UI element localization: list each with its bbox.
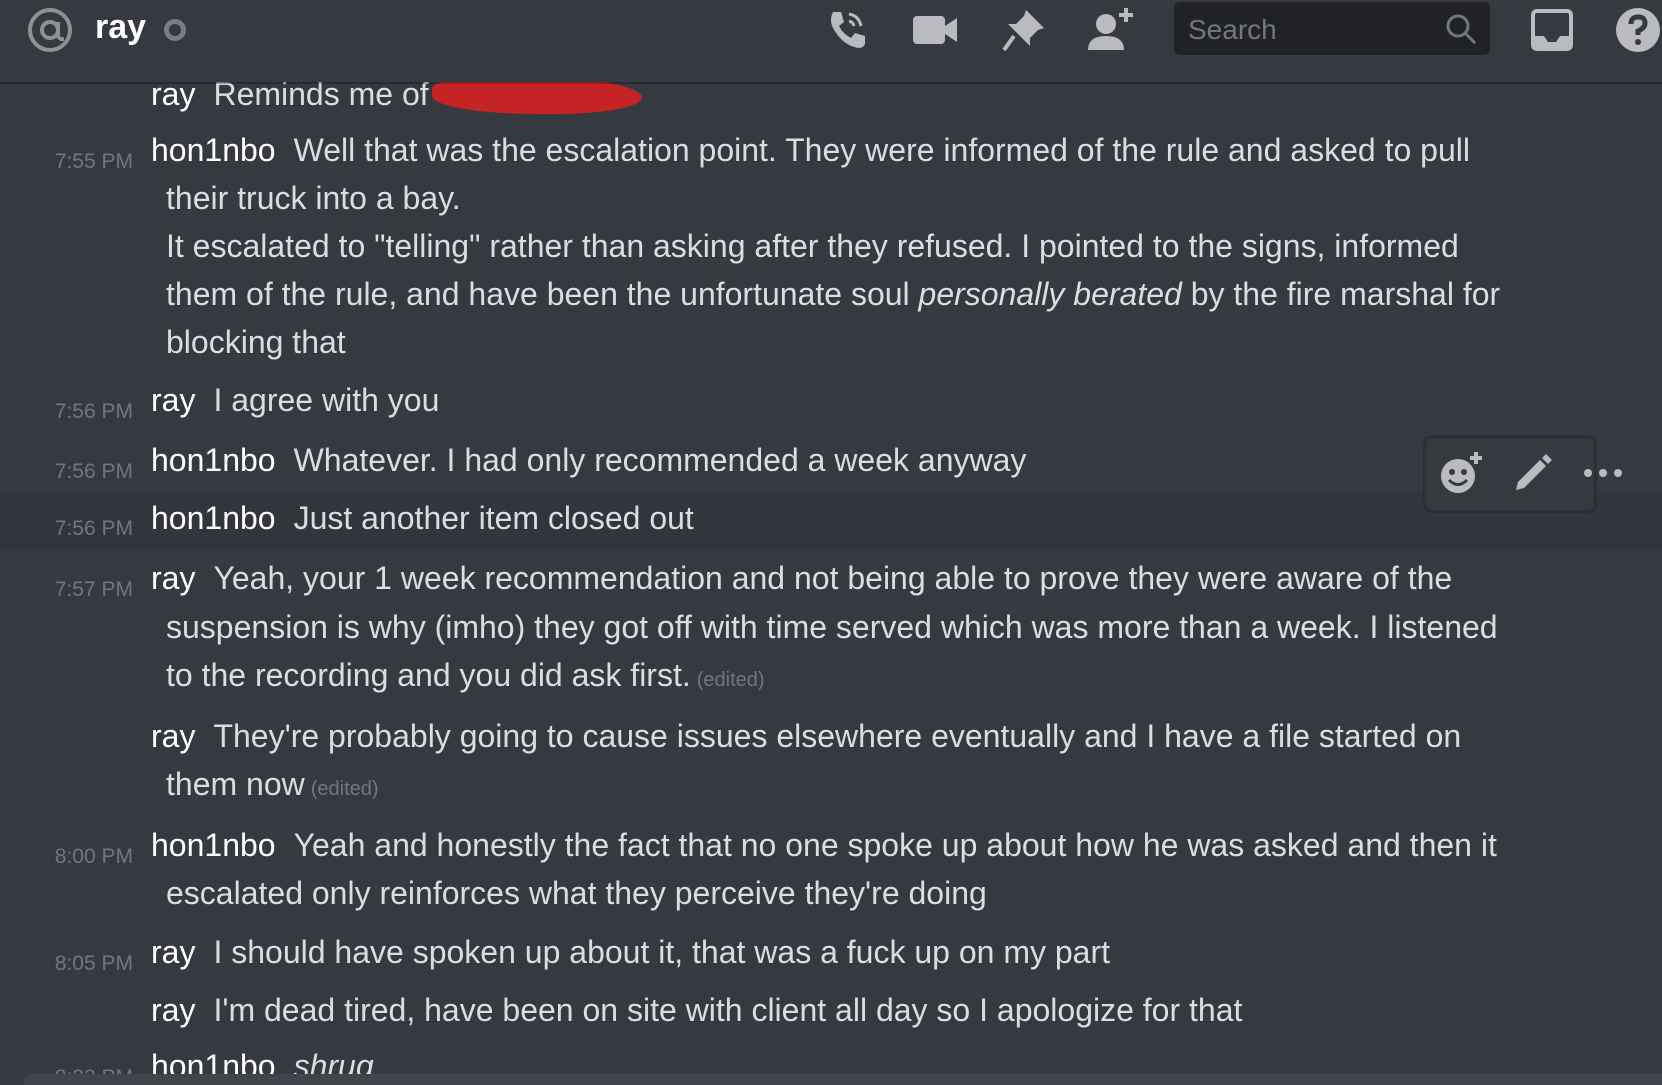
message-text: them now (edited): [166, 766, 379, 802]
message-text: blocking that: [166, 324, 346, 360]
message-author[interactable]: ray: [151, 934, 195, 970]
channel-title: ray: [95, 8, 147, 46]
message-author[interactable]: ray: [151, 718, 195, 754]
search-box[interactable]: [1174, 2, 1490, 57]
message-author[interactable]: ray: [151, 992, 195, 1028]
more-icon[interactable]: [1580, 450, 1626, 496]
add-reaction-icon[interactable]: [1438, 450, 1484, 496]
message: ray I'm dead tired, have been on site wit…: [0, 986, 1662, 1042]
message-actions-toolbar: [1424, 436, 1622, 512]
call-icon[interactable]: [821, 6, 869, 54]
message: 7:55 PM hon1nbo Well that was the escalat…: [0, 126, 1662, 362]
edited-label: (edited): [310, 778, 379, 800]
message-timestamp: 8:00 PM: [54, 845, 133, 868]
video-icon[interactable]: [911, 6, 959, 54]
edit-icon[interactable]: [1510, 450, 1556, 496]
message: 7:57 PM ray Yeah, your 1 week recommendat…: [0, 554, 1662, 706]
add-friend-icon[interactable]: [1086, 6, 1134, 54]
channel-header: ray: [0, 0, 1662, 82]
help-icon[interactable]: [1614, 6, 1662, 54]
message: ray Reminds me of: [0, 82, 1662, 126]
message-author[interactable]: hon1nbo: [151, 442, 276, 478]
composer-edge: [24, 1074, 1662, 1085]
message-author[interactable]: hon1nbo: [151, 827, 276, 863]
message-list[interactable]: ray Reminds me of 7:55 PM hon1nbo Well tha…: [0, 82, 1662, 1085]
edited-label: (edited): [696, 669, 765, 691]
redaction-mark: [431, 82, 643, 116]
message-text: their truck into a bay.: [166, 180, 461, 216]
message-text: Whatever. I had only recommended a week …: [293, 442, 1027, 478]
message-author[interactable]: ray: [151, 82, 195, 112]
message-author[interactable]: hon1nbo: [151, 500, 276, 536]
message-text: I agree with you: [213, 382, 440, 418]
status-indicator: [164, 19, 186, 41]
message-timestamp: 7:56 PM: [54, 400, 133, 423]
message-hovered: 7:56 PM hon1nbo Just another item closed …: [0, 492, 1662, 550]
message: 7:56 PM hon1nbo Whatever. I had only reco…: [0, 436, 1662, 492]
message-timestamp: 7:56 PM: [54, 460, 133, 483]
message: 7:56 PM ray I agree with you: [0, 376, 1662, 432]
message-author[interactable]: ray: [151, 560, 195, 596]
message-text: them of the rule, and have been the unfo…: [166, 276, 1501, 312]
message-text: It escalated to "telling" rather than as…: [166, 228, 1459, 264]
message-text: They're probably going to cause issues e…: [213, 718, 1462, 754]
message-text: Reminds me of: [213, 82, 429, 112]
message-timestamp: 7:56 PM: [54, 517, 133, 540]
message: 8:00 PM hon1nbo Yeah and honestly the fac…: [0, 821, 1662, 925]
message-text: suspension is why (imho) they got off wi…: [166, 609, 1498, 645]
inbox-icon[interactable]: [1528, 6, 1576, 54]
search-icon: [1446, 14, 1477, 45]
at-icon: [28, 8, 72, 52]
message-text: escalated only reinforces what they perc…: [166, 875, 987, 911]
message: ray They're probably going to cause issue…: [0, 712, 1662, 816]
message-author[interactable]: hon1nbo: [151, 132, 276, 168]
search-input[interactable]: [1186, 2, 1440, 57]
message-text: I'm dead tired, have been on site with c…: [213, 992, 1243, 1028]
emphasis-text: personally berated: [918, 276, 1182, 312]
pin-icon[interactable]: [1000, 6, 1048, 54]
message-text: Well that was the escalation point. They…: [293, 132, 1470, 168]
message-timestamp: 8:05 PM: [54, 952, 133, 975]
message-author[interactable]: ray: [151, 382, 195, 418]
message-text: I should have spoken up about it, that w…: [213, 934, 1110, 970]
message-text: Yeah and honestly the fact that no one s…: [293, 827, 1497, 863]
message: 8:05 PM ray I should have spoken up about…: [0, 928, 1662, 984]
message-text: to the recording and you did ask first.(…: [166, 657, 765, 693]
message-timestamp: 7:57 PM: [54, 578, 133, 601]
message-timestamp: 7:55 PM: [54, 150, 133, 173]
message-text: Yeah, your 1 week recommendation and not…: [213, 560, 1453, 596]
message-text: Just another item closed out: [293, 500, 694, 536]
